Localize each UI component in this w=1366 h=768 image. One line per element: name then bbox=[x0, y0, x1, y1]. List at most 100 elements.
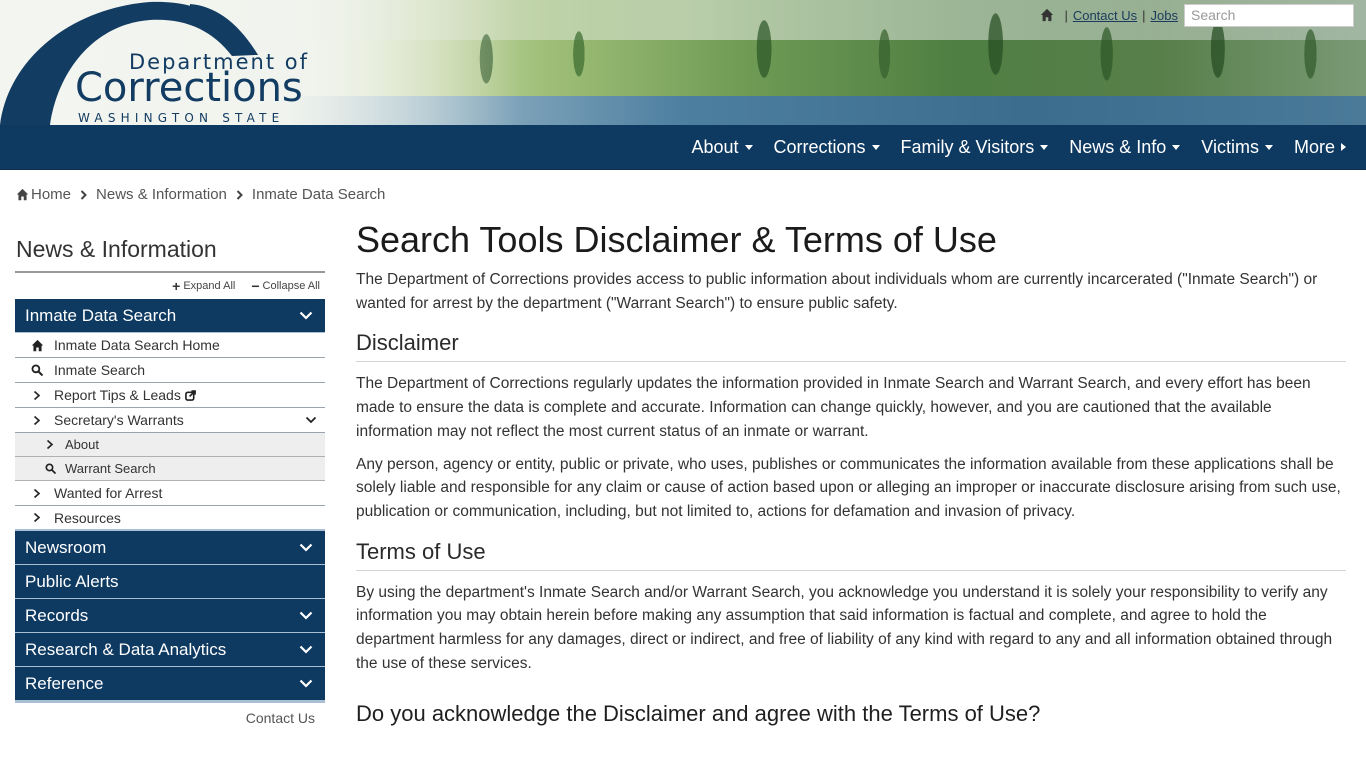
sidebar-item-label: Warrant Search bbox=[65, 461, 156, 476]
sidebar-category-inmate-data-search[interactable]: Inmate Data Search bbox=[15, 299, 325, 333]
sidebar-category-records[interactable]: Records bbox=[15, 599, 325, 633]
logo-line-corrections: Corrections bbox=[75, 65, 303, 111]
sidebar-item-secretarys-warrants[interactable]: Secretary's Warrants bbox=[15, 408, 325, 433]
terms-heading: Terms of Use bbox=[356, 537, 1346, 571]
chevron-right-icon bbox=[33, 390, 41, 400]
chevron-right-icon bbox=[33, 415, 41, 425]
chevron-down-icon bbox=[299, 679, 313, 688]
nav-label: More bbox=[1293, 136, 1335, 157]
home-icon[interactable] bbox=[1040, 8, 1054, 22]
caret-down-icon bbox=[1264, 144, 1273, 150]
site-search bbox=[1184, 3, 1366, 27]
sidebar-item-inmate-search[interactable]: Inmate Search bbox=[15, 358, 325, 383]
chevron-down-icon bbox=[299, 543, 313, 552]
sidebar-item-label: About bbox=[65, 437, 99, 452]
sidebar-category-newsroom[interactable]: Newsroom bbox=[15, 531, 325, 565]
collapse-all-button[interactable]: − Collapse All bbox=[251, 278, 320, 294]
search-icon bbox=[31, 364, 43, 376]
expand-collapse-controls: + Expand All − Collapse All bbox=[15, 273, 325, 299]
collapse-all-label: Collapse All bbox=[262, 280, 320, 292]
sidebar-item-label: Secretary's Warrants bbox=[54, 412, 184, 428]
page-title: Search Tools Disclaimer & Terms of Use bbox=[356, 219, 997, 260]
chevron-down-icon[interactable] bbox=[305, 416, 317, 424]
sidebar-item-label: Resources bbox=[54, 509, 121, 526]
category-label: Reference bbox=[25, 673, 104, 693]
sidebar-contact-us-link[interactable]: Contact Us bbox=[15, 710, 325, 726]
nav-more[interactable]: More bbox=[1294, 137, 1346, 158]
sidebar: News & Information + Expand All − Collap… bbox=[15, 236, 325, 726]
acknowledge-question: Do you acknowledge the Disclaimer and ag… bbox=[356, 701, 1041, 727]
sidebar-category-research-data-analytics[interactable]: Research & Data Analytics bbox=[15, 633, 325, 667]
nav-victims[interactable]: Victims bbox=[1201, 137, 1273, 158]
home-icon bbox=[16, 188, 29, 201]
disclaimer-heading: Disclaimer bbox=[356, 328, 1346, 363]
sidebar-category-public-alerts[interactable]: Public Alerts bbox=[15, 565, 325, 599]
site-header: Department of Corrections WASHINGTON STA… bbox=[0, 0, 1366, 125]
utility-separator: | bbox=[1064, 7, 1068, 23]
sidebar-item-wanted-for-arrest[interactable]: Wanted for Arrest bbox=[15, 481, 325, 506]
disclaimer-paragraph: Any person, agency or entity, public or … bbox=[356, 455, 1341, 520]
breadcrumb: Home News & Information Inmate Data Sear… bbox=[16, 186, 385, 203]
logo-line-state: WASHINGTON STATE bbox=[78, 111, 285, 125]
nav-about[interactable]: About bbox=[691, 136, 753, 158]
sidebar-item-label: Wanted for Arrest bbox=[54, 485, 163, 501]
category-label: Research & Data Analytics bbox=[25, 639, 227, 659]
expand-all-button[interactable]: + Expand All bbox=[172, 278, 235, 294]
sidebar-item-about[interactable]: About bbox=[15, 433, 325, 457]
chevron-down-icon bbox=[299, 311, 313, 320]
chevron-down-icon bbox=[299, 611, 313, 620]
sidebar-item-warrant-search[interactable]: Warrant Search bbox=[15, 457, 325, 481]
doc-logo[interactable]: Department of Corrections WASHINGTON STA… bbox=[0, 0, 330, 125]
category-label: Inmate Data Search bbox=[25, 305, 177, 325]
breadcrumb-home[interactable]: Home bbox=[31, 186, 71, 203]
caret-right-icon bbox=[1341, 143, 1346, 151]
breadcrumb-current: Inmate Data Search bbox=[251, 186, 386, 203]
main-content: Search Tools Disclaimer & Terms of Use T… bbox=[356, 218, 1346, 727]
sidebar-item-report-tips-leads[interactable]: Report Tips & Leads bbox=[15, 383, 325, 408]
nav-label: Family & Visitors bbox=[900, 136, 1035, 157]
sidebar-item-label: Inmate Data Search Home bbox=[54, 337, 220, 353]
main-nav: About Corrections Family & Visitors News… bbox=[0, 125, 1366, 170]
intro-paragraph: The Department of Corrections provides a… bbox=[356, 271, 1318, 312]
utility-separator: | bbox=[1142, 7, 1146, 23]
external-link-icon bbox=[184, 389, 196, 401]
expand-all-label: Expand All bbox=[183, 280, 236, 292]
category-label: Public Alerts bbox=[25, 571, 119, 591]
caret-down-icon bbox=[1172, 144, 1181, 150]
sidebar-item-inmate-data-search-home[interactable]: Inmate Data Search Home bbox=[15, 333, 325, 358]
contact-us-link[interactable]: Contact Us bbox=[1073, 8, 1137, 23]
search-icon bbox=[44, 463, 56, 474]
caret-down-icon bbox=[871, 144, 880, 150]
caret-down-icon bbox=[744, 144, 753, 150]
breadcrumb-news-information[interactable]: News & Information bbox=[96, 186, 227, 203]
sidebar-title: News & Information bbox=[15, 236, 325, 273]
chevron-right-icon bbox=[33, 488, 41, 498]
chevron-right-icon bbox=[236, 189, 243, 200]
jobs-link[interactable]: Jobs bbox=[1151, 8, 1178, 23]
sidebar-divider bbox=[15, 701, 325, 703]
home-icon bbox=[31, 339, 43, 351]
chevron-right-icon bbox=[33, 512, 41, 523]
plus-icon: + bbox=[172, 278, 181, 294]
category-label: Records bbox=[25, 605, 89, 625]
sidebar-category-reference[interactable]: Reference bbox=[15, 667, 325, 701]
category-label: Newsroom bbox=[25, 537, 107, 557]
nav-label: News & Info bbox=[1069, 136, 1167, 157]
chevron-down-icon bbox=[299, 645, 313, 654]
sidebar-item-label: Report Tips & Leads bbox=[54, 387, 181, 403]
sidebar-item-label: Inmate Search bbox=[54, 362, 146, 378]
nav-news-info[interactable]: News & Info bbox=[1069, 136, 1181, 158]
nav-label: Corrections bbox=[773, 136, 866, 157]
utility-bar: | Contact Us | Jobs bbox=[1040, 3, 1366, 27]
caret-down-icon bbox=[1040, 144, 1049, 150]
search-input[interactable] bbox=[1185, 4, 1366, 26]
nav-family-visitors[interactable]: Family & Visitors bbox=[901, 137, 1049, 158]
minus-icon: − bbox=[251, 278, 260, 294]
nav-label: Victims bbox=[1201, 136, 1259, 157]
terms-paragraph: By using the department's Inmate Search … bbox=[356, 583, 1333, 672]
nav-corrections[interactable]: Corrections bbox=[774, 137, 880, 158]
nav-label: About bbox=[691, 136, 739, 157]
disclaimer-paragraph: The Department of Corrections regularly … bbox=[356, 375, 1311, 440]
sidebar-item-resources[interactable]: Resources bbox=[15, 506, 325, 531]
chevron-right-icon bbox=[46, 439, 54, 450]
